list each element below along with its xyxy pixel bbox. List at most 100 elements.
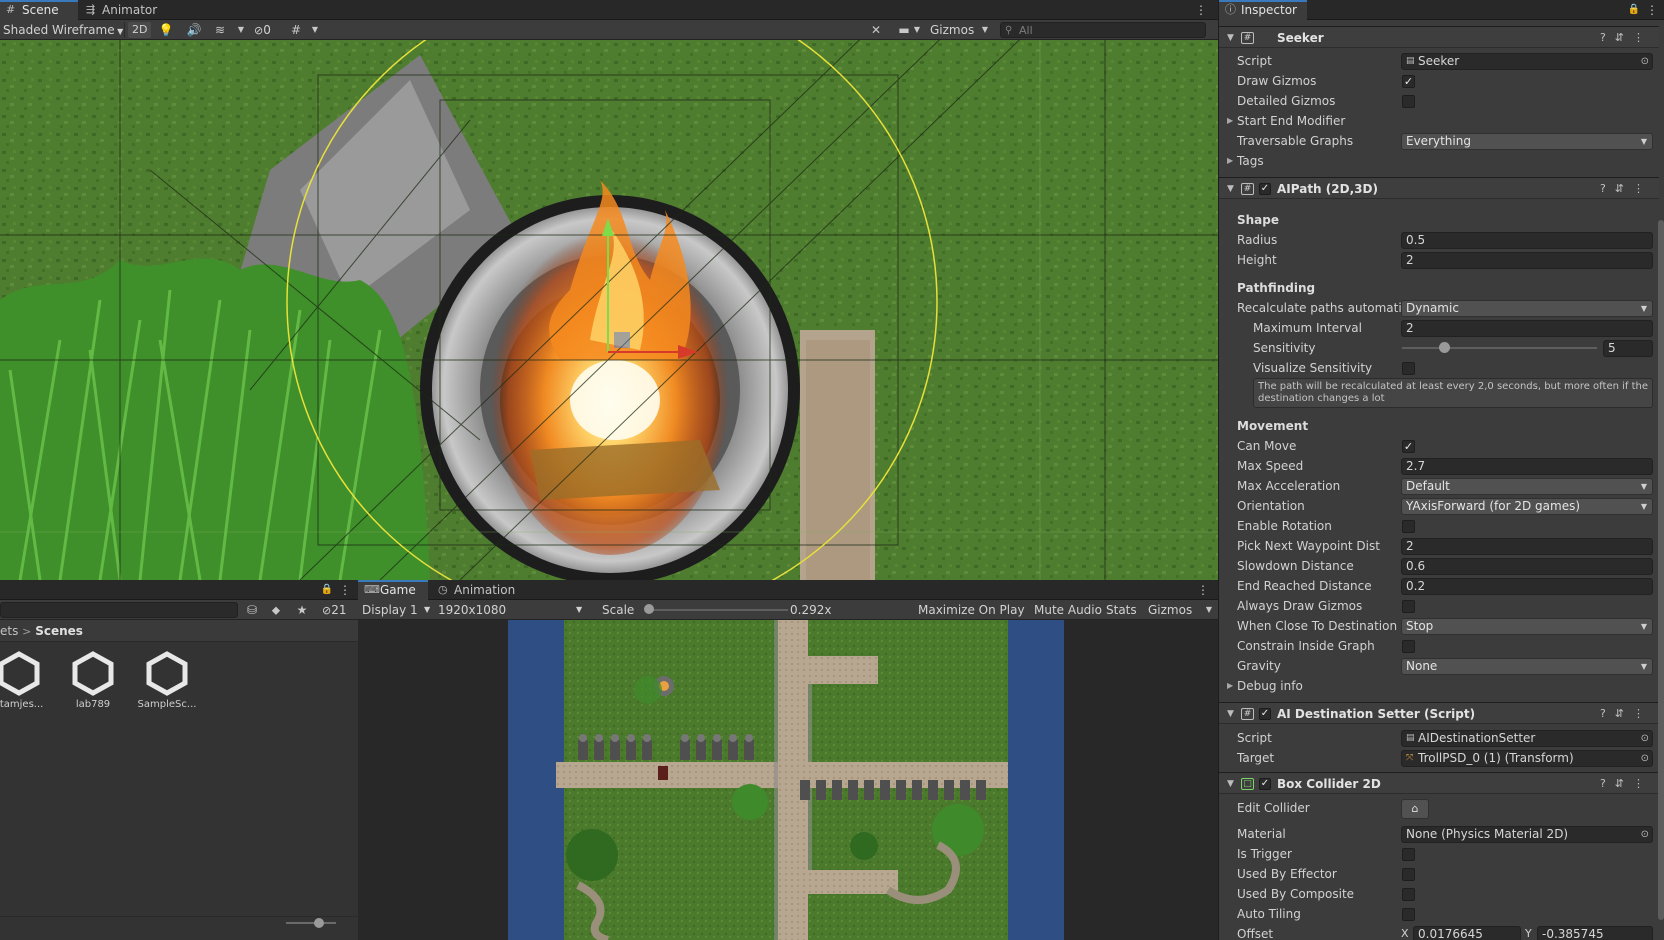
end-reached-field[interactable]: 0.2 <box>1401 578 1653 595</box>
icon-size-slider-thumb[interactable] <box>314 918 324 928</box>
material-field[interactable]: None (Physics Material 2D) ⊙ <box>1401 826 1653 843</box>
seeker-header[interactable]: ▼ # Seeker ?⇵⋮ <box>1219 26 1659 48</box>
start-end-modifier-label[interactable]: Start End Modifier <box>1227 111 1345 131</box>
scene-canvas[interactable] <box>0 40 1218 580</box>
dest-setter-header[interactable]: ▼ # ✓ AI Destination Setter (Script) ?⇵⋮ <box>1219 702 1659 724</box>
component-header-icons[interactable]: ?⇵⋮ <box>1600 27 1653 49</box>
can-move-checkbox[interactable]: ✓ <box>1402 440 1415 453</box>
always-draw-checkbox[interactable] <box>1402 600 1415 613</box>
radius-field[interactable]: 0.5 <box>1401 232 1653 249</box>
dest-setter-enabled-checkbox[interactable]: ✓ <box>1259 708 1271 720</box>
constrain-checkbox[interactable] <box>1402 640 1415 653</box>
grid-dropdown-icon[interactable]: ▼ <box>310 20 320 40</box>
fold-arrow-icon[interactable]: ▼ <box>1227 27 1234 49</box>
tags-row[interactable]: Tags <box>1219 151 1659 171</box>
recalc-dropdown[interactable]: Dynamic ▼ <box>1401 300 1653 317</box>
tags-label[interactable]: Tags <box>1227 151 1263 171</box>
aipath-enabled-checkbox[interactable]: ✓ <box>1259 183 1271 195</box>
mute-audio-toggle[interactable]: Mute Audio <box>1034 600 1102 620</box>
lock-icon[interactable]: 🔒 <box>1627 0 1641 20</box>
component-header-icons[interactable]: ?⇵⋮ <box>1600 178 1653 200</box>
tab-game[interactable]: ⌨ Game <box>358 580 428 600</box>
game-more-icon[interactable]: ⋮ <box>1196 580 1210 600</box>
box-collider-header[interactable]: ▼ □ ✓ Box Collider 2D ?⇵⋮ <box>1219 772 1659 794</box>
scene-search-input[interactable]: ⚲ All <box>1000 22 1206 38</box>
is-trigger-checkbox[interactable] <box>1402 848 1415 861</box>
dest-script-field[interactable]: ▤ AIDestinationSetter ⊙ <box>1401 730 1653 747</box>
max-accel-dropdown[interactable]: Default ▼ <box>1401 478 1653 495</box>
height-field[interactable]: 2 <box>1401 252 1653 269</box>
breadcrumb-parent[interactable]: ets <box>0 624 18 638</box>
sensitivity-field[interactable]: 5 <box>1603 340 1653 357</box>
fold-arrow-icon[interactable]: ▼ <box>1227 178 1234 200</box>
scene-viewport[interactable] <box>0 40 1218 580</box>
hidden-packages-toggle[interactable]: ⊘21 <box>322 600 347 621</box>
gravity-dropdown[interactable]: None ▼ <box>1401 658 1653 675</box>
seeker-script-field[interactable]: ▤ Seeker ⊙ <box>1401 53 1653 70</box>
visualize-sensitivity-checkbox[interactable] <box>1402 362 1415 375</box>
sensitivity-slider-thumb[interactable] <box>1439 342 1450 353</box>
sensitivity-slider[interactable] <box>1402 342 1597 353</box>
gizmos-dropdown-icon[interactable]: ▼ <box>1204 600 1214 620</box>
project-more-icon[interactable]: ⋮ <box>338 580 352 600</box>
fold-arrow-icon[interactable]: ▼ <box>1227 773 1234 795</box>
max-interval-field[interactable]: 2 <box>1401 320 1653 337</box>
search-by-label-icon[interactable]: ⬥ <box>268 600 284 620</box>
auto-tiling-checkbox[interactable] <box>1402 908 1415 921</box>
traversable-graphs-dropdown[interactable]: Everything ▼ <box>1401 133 1653 150</box>
scale-slider[interactable] <box>648 609 788 611</box>
tab-scene[interactable]: # Scene <box>0 0 78 20</box>
tab-inspector[interactable]: ⓘ Inspector <box>1219 0 1307 20</box>
tools-icon[interactable]: ✕ <box>868 20 884 40</box>
component-header-icons[interactable]: ?⇵⋮ <box>1600 703 1653 725</box>
draw-gizmos-checkbox[interactable]: ✓ <box>1402 75 1415 88</box>
tab-animation[interactable]: ◷ Animation <box>432 580 528 600</box>
object-picker-icon[interactable]: ⊙ <box>1641 731 1649 746</box>
orientation-dropdown[interactable]: YAxisForward (for 2D games) ▼ <box>1401 498 1653 515</box>
target-field[interactable]: ⤧ TrollPSD_0 (1) (Transform) ⊙ <box>1401 750 1653 767</box>
component-header-icons[interactable]: ?⇵⋮ <box>1600 773 1653 795</box>
draw-mode-dropdown[interactable]: Shaded Wireframe ▼ <box>3 20 123 42</box>
scale-slider-thumb[interactable] <box>644 604 654 614</box>
debug-info-row[interactable]: Debug info <box>1219 676 1659 696</box>
lighting-icon[interactable]: 💡 <box>158 20 174 40</box>
camera-icon[interactable]: ▬ <box>896 20 912 40</box>
inspector-more-icon[interactable]: ⋮ <box>1645 0 1659 20</box>
box-collider-enabled-checkbox[interactable]: ✓ <box>1259 778 1271 790</box>
asset-scene-item[interactable]: stamjes... <box>0 650 54 710</box>
object-picker-icon[interactable]: ⊙ <box>1641 827 1649 842</box>
fold-arrow-icon[interactable]: ▼ <box>1227 703 1234 725</box>
asset-scene-item[interactable]: lab789 <box>58 650 128 710</box>
tab-animator[interactable]: ⇶ Animator <box>80 0 170 20</box>
when-close-dropdown[interactable]: Stop ▼ <box>1401 618 1653 635</box>
gizmos-dropdown-icon[interactable]: ▼ <box>980 20 990 40</box>
project-search-input[interactable] <box>0 602 238 618</box>
asset-scene-item[interactable]: SampleSc... <box>132 650 202 710</box>
grid-toggle-icon[interactable]: # <box>288 20 304 40</box>
debug-info-label[interactable]: Debug info <box>1227 676 1303 696</box>
slowdown-field[interactable]: 0.6 <box>1401 558 1653 575</box>
camera-dropdown-icon[interactable]: ▼ <box>912 20 922 40</box>
resolution-dropdown[interactable]: 1920x1080 ▼ <box>438 600 588 620</box>
aipath-header[interactable]: ▼ # ✓ AIPath (2D,3D) ?⇵⋮ <box>1219 177 1659 199</box>
inspector-scrollbar[interactable] <box>1658 220 1664 920</box>
enable-rotation-checkbox[interactable] <box>1402 520 1415 533</box>
effects-icon[interactable]: ≋ <box>212 20 228 40</box>
game-view-render[interactable] <box>508 620 1064 940</box>
icon-size-slider[interactable] <box>286 922 336 924</box>
object-picker-icon[interactable]: ⊙ <box>1641 751 1649 766</box>
favorite-star-icon[interactable]: ★ <box>294 600 310 620</box>
offset-x-field[interactable]: 0.0176645 <box>1413 926 1521 940</box>
used-by-effector-checkbox[interactable] <box>1402 868 1415 881</box>
max-speed-field[interactable]: 2.7 <box>1401 458 1653 475</box>
maximize-on-play-toggle[interactable]: Maximize On Play <box>918 600 1025 620</box>
used-by-composite-checkbox[interactable] <box>1402 888 1415 901</box>
start-end-modifier-row[interactable]: Start End Modifier <box>1219 111 1659 131</box>
game-gizmos-button[interactable]: Gizmos <box>1148 600 1192 620</box>
lock-icon[interactable]: 🔒 <box>320 580 334 600</box>
toggle-2d-button[interactable]: 2D <box>128 22 152 38</box>
edit-collider-button[interactable]: ⌂ <box>1401 799 1429 819</box>
object-picker-icon[interactable]: ⊙ <box>1641 54 1649 69</box>
breadcrumb-current[interactable]: Scenes <box>35 624 83 638</box>
search-by-type-icon[interactable]: ⛁ <box>244 600 260 620</box>
